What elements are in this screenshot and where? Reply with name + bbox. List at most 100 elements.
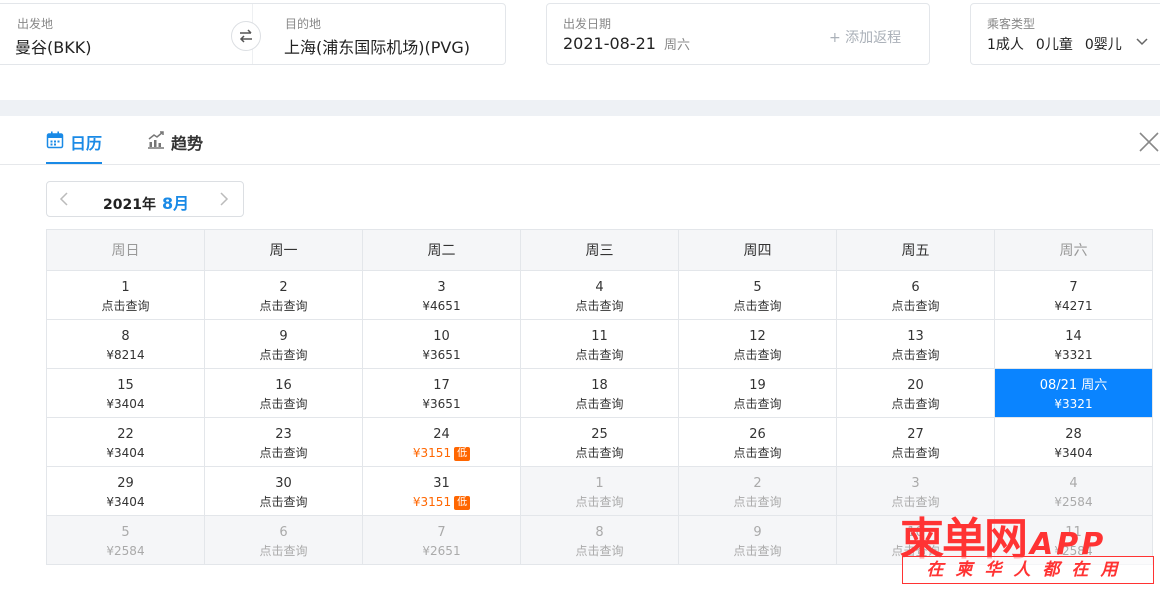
month-picker: 2021年 8月 — [46, 181, 244, 217]
calendar-day[interactable]: 31 ¥3151 低 — [362, 466, 521, 516]
day-number: 2 — [279, 280, 288, 295]
day-number: 7 — [1069, 280, 1078, 295]
calendar-day[interactable]: 27 点击查询 — [836, 417, 995, 467]
calendar-day[interactable]: 2 点击查询 — [204, 270, 363, 320]
calendar-week-row: 1 点击查询 2 点击查询 3 ¥4651 4 点击查询 5 点击查询 6 点击查询 7 ¥4271 — [46, 270, 1153, 320]
calendar-day[interactable]: 28 ¥3404 — [994, 417, 1153, 467]
day-price: 点击查询 — [205, 494, 362, 510]
calendar-day[interactable]: 23 点击查询 — [204, 417, 363, 467]
calendar-day-selected[interactable]: 08/21 周六 ¥3321 — [994, 368, 1153, 418]
calendar-day[interactable]: 8 ¥8214 — [46, 319, 205, 369]
day-price-value: 点击查询 — [733, 544, 782, 558]
day-price-value: 点击查询 — [575, 299, 624, 313]
day-price: 点击查询 — [205, 543, 362, 559]
tab-trend[interactable]: 趋势 — [147, 130, 203, 164]
departure-date-field[interactable]: 2021-08-21 周六 — [563, 34, 690, 53]
day-number: 22 — [117, 427, 134, 442]
add-return-button[interactable]: + 添加返程 — [829, 27, 901, 47]
calendar-day[interactable]: 12 点击查询 — [678, 319, 837, 369]
calendar-day[interactable]: 7 ¥4271 — [994, 270, 1153, 320]
departure-field[interactable]: 曼谷(BKK) — [15, 34, 91, 58]
day-price: ¥3321 — [995, 396, 1152, 412]
day-number: 11 — [591, 329, 608, 344]
day-price-value: 点击查询 — [101, 299, 150, 313]
chevron-down-icon[interactable] — [1136, 38, 1148, 46]
day-number: 4 — [595, 280, 604, 295]
section-divider-band — [0, 100, 1160, 116]
calendar-day[interactable]: 2 点击查询 — [678, 466, 837, 516]
day-price-value: ¥4271 — [1054, 299, 1093, 313]
calendar-day[interactable]: 5 点击查询 — [678, 270, 837, 320]
tab-trend-label: 趋势 — [171, 134, 204, 153]
calendar-day[interactable]: 13 点击查询 — [836, 319, 995, 369]
weekday-header: 周五 — [836, 229, 995, 271]
calendar-day[interactable]: 6 点击查询 — [204, 515, 363, 565]
weekday-header: 周四 — [678, 229, 837, 271]
day-price: ¥3151 低 — [363, 445, 520, 461]
calendar-day[interactable]: 3 ¥4651 — [362, 270, 521, 320]
tab-calendar[interactable]: 日历 — [46, 130, 103, 164]
swap-cities-button[interactable] — [231, 21, 261, 51]
children-count: 0儿童 — [1035, 37, 1073, 53]
calendar-day[interactable]: 6 点击查询 — [836, 270, 995, 320]
calendar-day[interactable]: 16 点击查询 — [204, 368, 363, 418]
calendar-day[interactable]: 17 ¥3651 — [362, 368, 521, 418]
day-price: ¥3651 — [363, 396, 520, 412]
day-price-value: ¥8214 — [106, 348, 145, 362]
close-icon[interactable] — [1138, 131, 1160, 153]
day-price-value: ¥2584 — [106, 544, 145, 558]
day-price: 点击查询 — [205, 347, 362, 363]
calendar-day[interactable]: 30 点击查询 — [204, 466, 363, 516]
passenger-card[interactable]: 乘客类型 1成人 0儿童 0婴儿 — [970, 3, 1160, 65]
calendar-day[interactable]: 9 点击查询 — [678, 515, 837, 565]
day-number: 1 — [121, 280, 130, 295]
calendar-day[interactable]: 8 点击查询 — [520, 515, 679, 565]
calendar-day[interactable]: 14 ¥3321 — [994, 319, 1153, 369]
day-number: 5 — [753, 280, 762, 295]
date-card: 出发日期 2021-08-21 周六 + 添加返程 — [546, 3, 930, 65]
day-price: 点击查询 — [521, 494, 678, 510]
weekday-header: 周一 — [204, 229, 363, 271]
chevron-left-icon[interactable] — [59, 192, 69, 206]
calendar-day[interactable]: 1 点击查询 — [46, 270, 205, 320]
calendar-day[interactable]: 24 ¥3151 低 — [362, 417, 521, 467]
day-price-value: ¥3404 — [106, 397, 145, 411]
day-price: 点击查询 — [837, 396, 994, 412]
calendar-day[interactable]: 7 ¥2651 — [362, 515, 521, 565]
calendar-day[interactable]: 20 点击查询 — [836, 368, 995, 418]
day-number: 3 — [911, 476, 920, 491]
chevron-right-icon[interactable] — [219, 192, 229, 206]
calendar-day[interactable]: 10 ¥3651 — [362, 319, 521, 369]
day-price: 点击查询 — [679, 494, 836, 510]
month-title: 2021年 8月 — [103, 190, 189, 214]
calendar-day[interactable]: 22 ¥3404 — [46, 417, 205, 467]
calendar-day[interactable]: 15 ¥3404 — [46, 368, 205, 418]
calendar-day[interactable]: 18 点击查询 — [520, 368, 679, 418]
calendar-day[interactable]: 9 点击查询 — [204, 319, 363, 369]
adults-count: 1成人 — [987, 37, 1024, 53]
day-price: 点击查询 — [47, 298, 204, 314]
calendar-day[interactable]: 29 ¥3404 — [46, 466, 205, 516]
day-number: 1 — [595, 476, 604, 491]
day-price-value: 点击查询 — [259, 495, 308, 509]
calendar-day[interactable]: 5 ¥2584 — [46, 515, 205, 565]
calendar-day[interactable]: 19 点击查询 — [678, 368, 837, 418]
day-price: ¥4651 — [363, 298, 520, 314]
tab-calendar-label: 日历 — [70, 134, 103, 153]
calendar-day[interactable]: 25 点击查询 — [520, 417, 679, 467]
calendar-icon — [46, 131, 64, 149]
day-price: 点击查询 — [837, 445, 994, 461]
calendar-week-row: 15 ¥3404 16 点击查询 17 ¥3651 18 点击查询 19 点击查询 20 点击查询 08… — [46, 368, 1153, 418]
day-price: ¥2584 — [47, 543, 204, 559]
calendar-day[interactable]: 26 点击查询 — [678, 417, 837, 467]
day-number: 6 — [279, 525, 288, 540]
day-number: 10 — [433, 329, 450, 344]
day-price-value: ¥3151 — [412, 495, 452, 509]
low-price-badge: 低 — [454, 447, 471, 461]
day-price: ¥3404 — [47, 445, 204, 461]
calendar-day[interactable]: 11 点击查询 — [520, 319, 679, 369]
calendar-day[interactable]: 4 点击查询 — [520, 270, 679, 320]
calendar-day[interactable]: 1 点击查询 — [520, 466, 679, 516]
day-price: 点击查询 — [521, 396, 678, 412]
destination-field[interactable]: 上海(浦东国际机场)(PVG) — [284, 34, 470, 58]
